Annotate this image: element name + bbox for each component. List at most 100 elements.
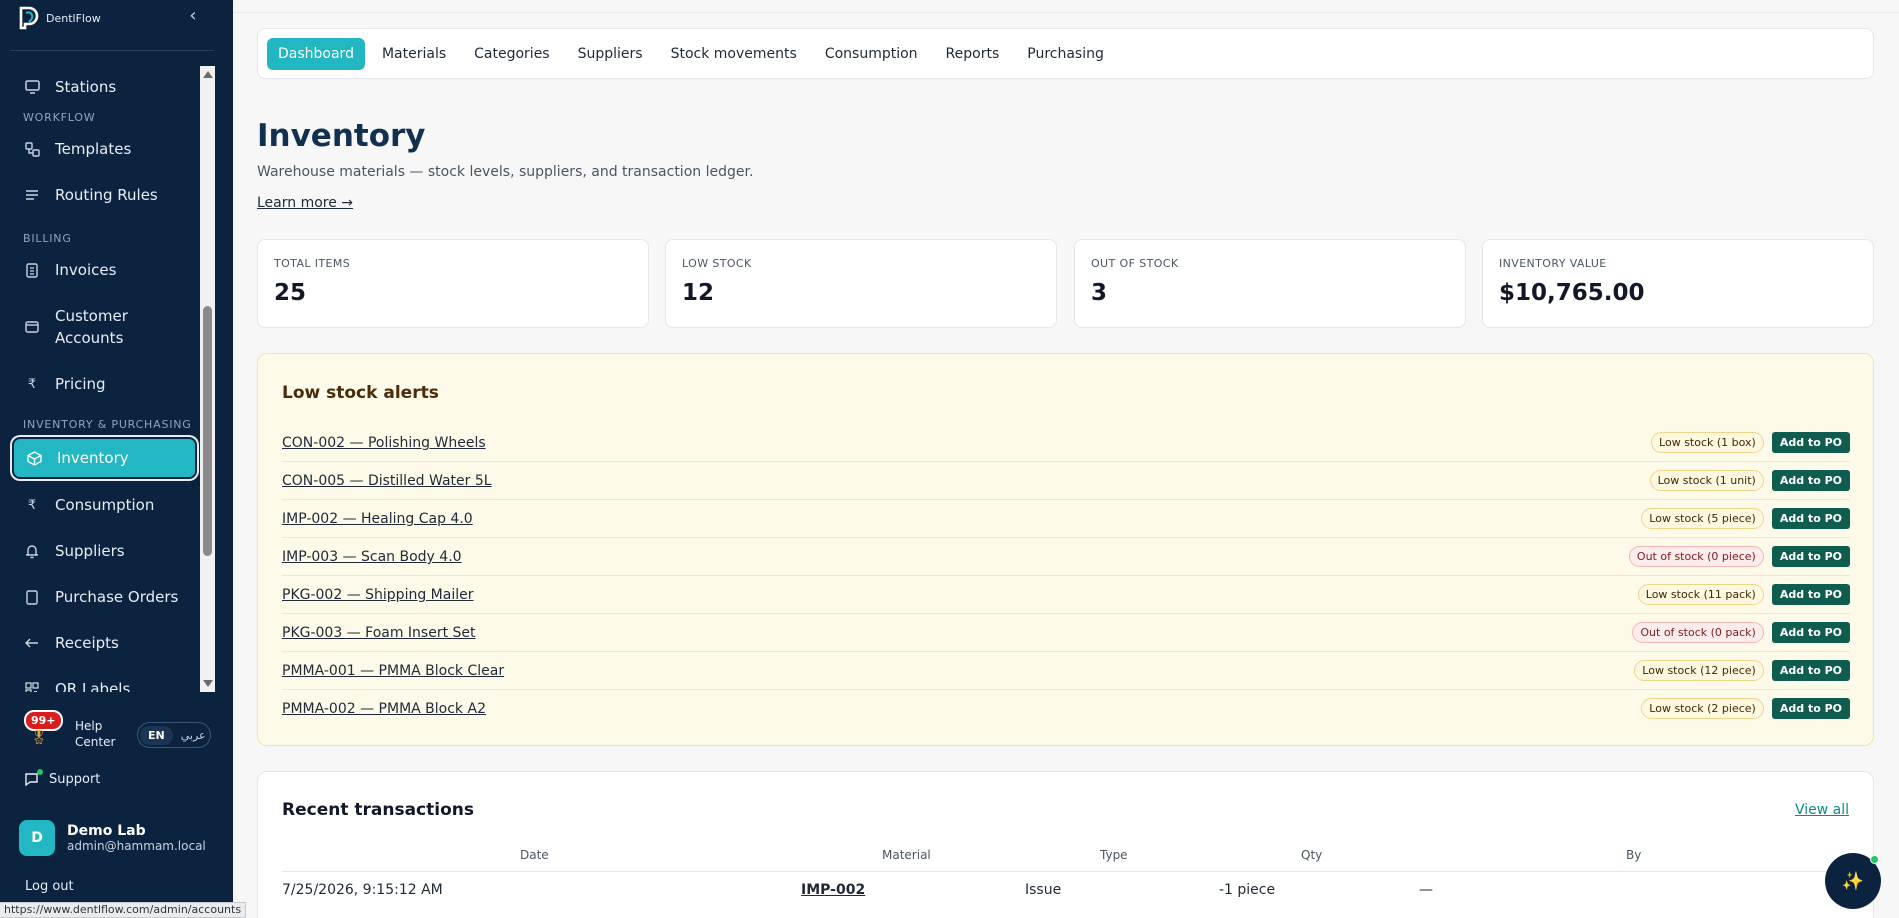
help-label-line1: Help [75,719,103,733]
status-bar-url: https://www.dentlflow.com/admin/accounts [0,902,247,918]
stat-label: OUT OF STOCK [1091,257,1179,270]
sidebar-item-invoices[interactable]: Invoices [12,249,197,291]
status-badge: Low stock (1 box) [1651,432,1764,453]
scroll-thumb[interactable] [203,306,212,556]
add-to-po-button[interactable]: Add to PO [1771,546,1850,567]
sidebar-item-label: Receipts [55,634,119,652]
alert-item-link[interactable]: PMMA-001 — PMMA Block Clear [282,663,504,679]
scroll-down-icon[interactable] [203,680,213,687]
sidebar-item-label: Stations [55,78,117,96]
add-to-po-button[interactable]: Add to PO [1771,698,1850,719]
stat-label: TOTAL ITEMS [274,257,351,270]
cell-date: 7/25/2026, 9:15:12 AM [282,882,443,898]
sidebar-item-label: Consumption [55,496,155,514]
alert-item-link[interactable]: CON-002 — Polishing Wheels [282,435,486,451]
sidebar-item-pricing[interactable]: ₹ Pricing [12,363,197,405]
sidebar-item-customer-accounts[interactable]: Customer Accounts [12,299,197,355]
help-center-button[interactable]: 99+ 🎖 [24,710,63,746]
sidebar-item-stations[interactable]: Stations [12,66,197,108]
recent-title: Recent transactions [282,800,474,820]
column-header-date[interactable]: Date [520,848,549,862]
document-icon [24,589,40,605]
column-header-qty[interactable]: Qty [1301,848,1322,862]
add-to-po-button[interactable]: Add to PO [1771,432,1850,453]
section-workflow: WORKFLOW [23,111,96,124]
chevron-left-icon[interactable]: ‹ [184,6,202,26]
column-header-by[interactable]: By [1626,848,1641,862]
tab-dashboard[interactable]: Dashboard [267,37,365,70]
sparkle-icon: ✨ [1841,870,1865,892]
alert-item-link[interactable]: IMP-003 — Scan Body 4.0 [282,549,462,565]
lang-en-button[interactable]: EN [140,725,173,745]
support-link[interactable]: Support [24,769,100,787]
add-to-po-button[interactable]: Add to PO [1771,508,1850,529]
stat-value: 25 [274,280,307,306]
column-header-type[interactable]: Type [1100,848,1128,862]
sidebar-item-consumption[interactable]: ₹ Consumption [12,484,197,526]
cell-type: Issue [1025,882,1062,898]
sidebar-scrollbar[interactable] [200,66,215,692]
alert-row: PKG-002 — Shipping Mailer Low stock (11 … [282,576,1850,614]
add-to-po-button[interactable]: Add to PO [1771,622,1850,643]
brand[interactable]: DentlFlow [18,6,101,30]
tab-suppliers[interactable]: Suppliers [567,38,654,70]
alert-item-link[interactable]: PKG-002 — Shipping Mailer [282,587,473,603]
alert-item-link[interactable]: PKG-003 — Foam Insert Set [282,625,476,641]
tab-materials[interactable]: Materials [371,38,457,70]
tab-purchasing[interactable]: Purchasing [1016,38,1115,70]
scroll-up-icon[interactable] [203,71,213,78]
brand-name: DentlFlow [46,11,101,25]
online-dot [37,769,43,775]
sidebar-item-inventory[interactable]: Inventory [12,437,197,479]
tab-categories[interactable]: Categories [463,38,560,70]
monitor-icon [24,79,40,95]
alert-item-link[interactable]: PMMA-002 — PMMA Block A2 [282,701,486,717]
logout-button[interactable]: Log out [25,879,74,894]
alerts-title: Low stock alerts [282,383,439,403]
add-to-po-button[interactable]: Add to PO [1771,584,1850,605]
view-all-link[interactable]: View all [1795,802,1849,818]
tab-stock-movements[interactable]: Stock movements [660,38,808,70]
help-center-label[interactable]: Help Center [75,718,115,750]
rupee-icon: ₹ [27,376,37,392]
rupee-icon: ₹ [27,497,37,513]
sidebar-item-label: Invoices [55,261,117,279]
alert-item-link[interactable]: IMP-002 — Healing Cap 4.0 [282,511,473,527]
sidebar-item-templates[interactable]: Templates [12,128,197,170]
alert-row: IMP-002 — Healing Cap 4.0 Low stock (5 p… [282,500,1850,538]
chat-icon [24,769,43,787]
box-icon [26,450,42,466]
stat-value: 3 [1091,280,1108,306]
sidebar-item-routing-rules[interactable]: Routing Rules [12,174,197,216]
stat-label: INVENTORY VALUE [1499,257,1607,270]
stat-card-out-of-stock: OUT OF STOCK 3 [1074,239,1466,328]
sidebar-item-suppliers[interactable]: Suppliers [12,530,197,572]
divider [10,50,214,51]
status-badge: Low stock (11 pack) [1637,584,1764,605]
avatar: D [19,820,55,856]
page-subtitle: Warehouse materials — stock levels, supp… [257,164,754,180]
sidebar-item-receipts[interactable]: Receipts [12,622,197,664]
assistant-button[interactable]: ✨ [1825,853,1881,909]
alert-item-link[interactable]: CON-005 — Distilled Water 5L [282,473,492,489]
tab-consumption[interactable]: Consumption [814,38,929,70]
sidebar-item-qr-labels[interactable]: QR Labels [12,668,197,692]
alert-row: PKG-003 — Foam Insert Set Out of stock (… [282,614,1850,652]
user-profile[interactable]: D Demo Lab admin@hammam.local [19,820,206,856]
cell-qty: -1 piece [1219,882,1276,898]
sidebar-item-purchase-orders[interactable]: Purchase Orders [12,576,197,618]
help-label-line2: Center [75,735,116,749]
column-header-material[interactable]: Material [882,848,931,862]
stat-card-inventory-value: INVENTORY VALUE $10,765.00 [1482,239,1874,328]
cell-material-link[interactable]: IMP-002 [801,882,865,898]
learn-more-link[interactable]: Learn more → [257,195,353,211]
lang-ar-button[interactable]: عربي [177,726,210,745]
add-to-po-button[interactable]: Add to PO [1771,660,1850,681]
tab-reports[interactable]: Reports [935,38,1011,70]
sidebar-item-label: Routing Rules [55,186,158,204]
templates-icon [24,141,40,157]
add-to-po-button[interactable]: Add to PO [1771,470,1850,491]
cell-by: — [1419,882,1433,898]
stat-card-total-items: TOTAL ITEMS 25 [257,239,649,328]
invoice-icon [24,262,40,278]
